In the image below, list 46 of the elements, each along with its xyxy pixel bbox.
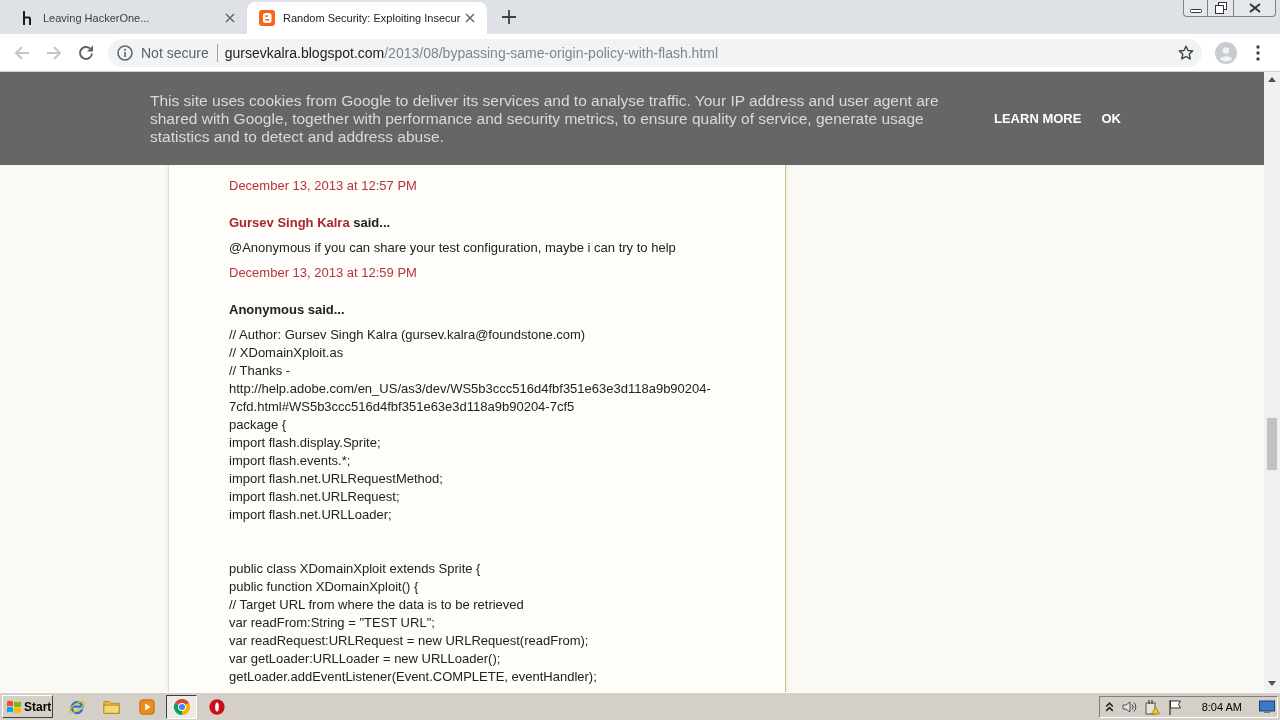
flag-icon[interactable] (1166, 698, 1183, 715)
o-logo-icon (207, 697, 226, 716)
desktop-icon[interactable] (1259, 699, 1275, 714)
banner-action-link[interactable]: LEARN MORE (994, 111, 1082, 126)
comment-text: public class XDomainXploit extends Sprite { public function XDomainXploit() { // Target URL from where the data is to be retrieved var readFrom:String = "TEST URL"; var readRequest:URLRequest = new URLRequest(readFrom); var getLoader:URLLoader = new URLLoader(); getLoader.addEventListener(Event.COMPLETE, eventHandler); (229, 560, 597, 686)
scroll-down-icon[interactable] (1268, 681, 1276, 686)
close-window-button[interactable] (1234, 0, 1276, 17)
play-icon (137, 697, 156, 716)
blog-logo-icon (259, 10, 275, 26)
restore-icon (1214, 2, 1227, 14)
clock-text[interactable]: 8:04 AM (1201, 700, 1242, 713)
url-text[interactable]: gursevkalra.blogspot.com/2013/08/bypassing-same-origin-policy-with-flash.html (224, 44, 719, 61)
comment-timestamp-link[interactable]: December 13, 2013 at 12:57 PM (229, 177, 417, 195)
caret-up-icon[interactable] (1104, 701, 1114, 712)
plus-icon[interactable] (502, 10, 516, 24)
comment-heading: Anonymous said... (229, 301, 345, 319)
start-button[interactable]: Start (2, 695, 53, 718)
comment-text: @Anonymous if you can share your test configuration, maybe i can try to help (229, 239, 676, 257)
comment-heading: Gursev Singh Kalra said... (229, 214, 391, 232)
star-icon[interactable] (1178, 44, 1194, 61)
minimize-button[interactable] (1183, 0, 1208, 17)
network-warning-icon[interactable] (1143, 698, 1160, 715)
comment-timestamp-link[interactable]: December 13, 2013 at 12:59 PM (229, 264, 417, 282)
minimize-icon (1189, 8, 1202, 13)
close-icon[interactable] (225, 13, 235, 23)
address-bar[interactable]: Not secure gursevkalra.blogspot.com/2013/08/bypassing-same-origin-policy-with-flash.html (108, 38, 1202, 67)
browser-tab[interactable]: Random Security: Exploiting Insecur (247, 2, 487, 34)
scrollbar[interactable] (1264, 72, 1280, 692)
scroll-up-icon[interactable] (1268, 77, 1276, 82)
speaker-icon[interactable] (1120, 698, 1137, 715)
close-icon (1248, 3, 1261, 13)
cookie-notice-text: This site uses cookies from Google to deliver its services and to analyse traffic. Your IP address and user agent are shared with Google, together with performance and security metrics, to ensure quality of service, generate usage statistics and to detect and address abuse. (150, 91, 940, 146)
restore-button[interactable] (1208, 0, 1234, 17)
author-link[interactable]: Gursev Singh Kalra (229, 215, 350, 230)
info-icon[interactable] (117, 44, 133, 61)
start-logo-icon (6, 698, 22, 715)
browser-tab[interactable]: Leaving HackerOne... (7, 2, 247, 34)
taskbar-app-button[interactable] (166, 694, 197, 719)
banner-action-link[interactable]: OK (1101, 111, 1121, 126)
security-label[interactable]: Not secure (141, 44, 209, 61)
scrollbar-thumb[interactable] (1267, 418, 1277, 470)
ring-logo-icon (172, 697, 191, 716)
close-icon[interactable] (465, 13, 475, 23)
reload-icon[interactable] (77, 43, 95, 62)
comment-text: // Author: Gursev Singh Kalra (gursev.kalra@foundstone.com) // XDomainXploit.as // Thanks - http://help.adobe.com/en_US/as3/dev/WS5b3ccc516d4fbf351e63e3d118a9b90204- 7cfd.html#WS5b3ccc516d4fbf351e63e3d118a9b90204-7cf5 package { import flash.display.Sprite; import flash.events.*; import flash.net.URLRequestMethod; import flash.net.URLRequest; import flash.net.URLLoader; (229, 326, 711, 524)
kebab-menu-icon[interactable] (1256, 44, 1260, 61)
